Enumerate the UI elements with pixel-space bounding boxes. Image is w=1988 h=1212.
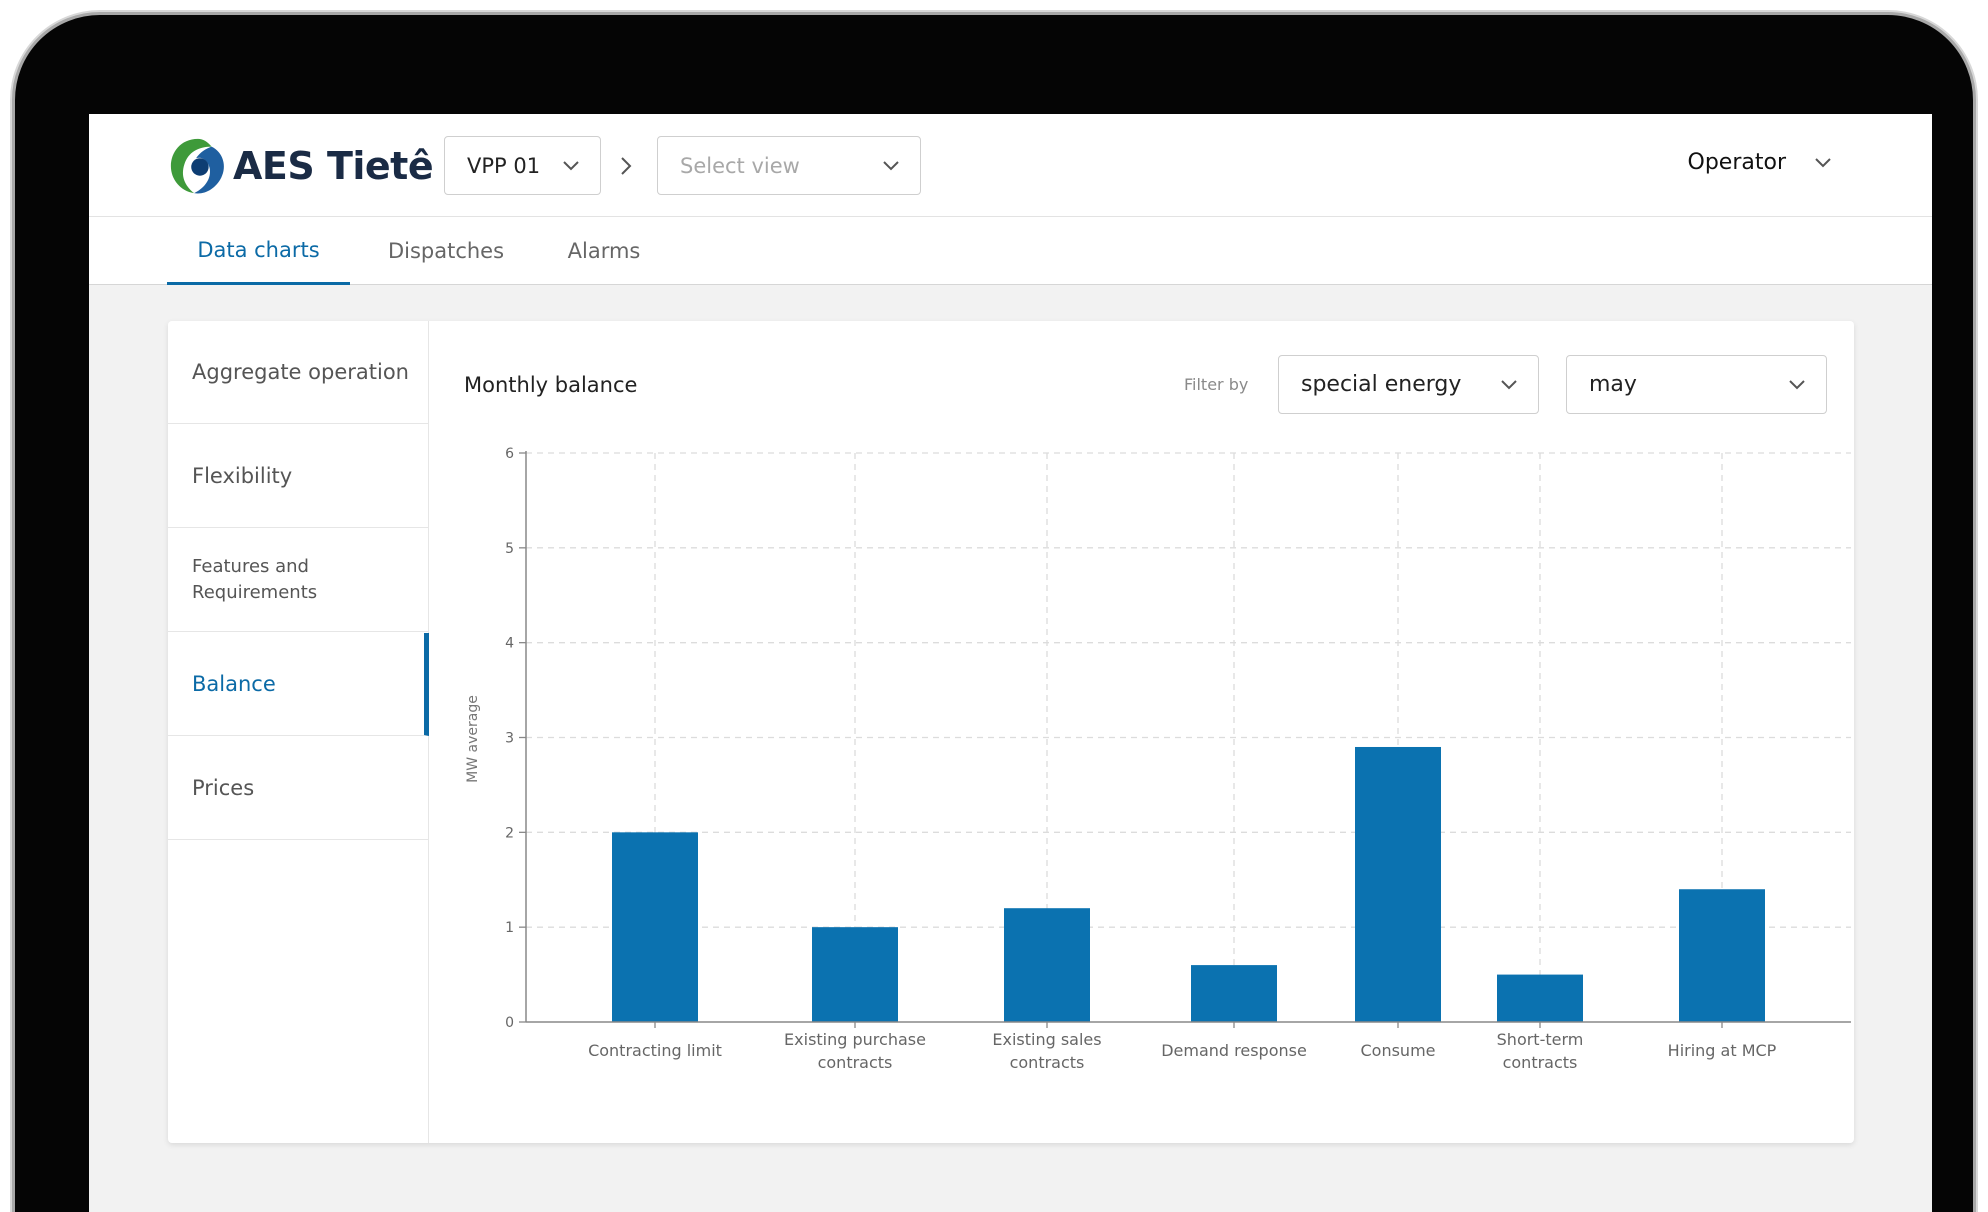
y-tick-label: 2 — [505, 825, 514, 841]
bar — [1497, 974, 1583, 1022]
y-tick-label: 0 — [505, 1015, 514, 1031]
bar — [1679, 889, 1765, 1022]
x-tick-label: Contracting limit — [588, 1041, 722, 1060]
tab-alarms[interactable]: Alarms — [549, 217, 659, 285]
chevron-right-icon — [621, 157, 632, 175]
x-tick-label: Existing sales — [992, 1030, 1101, 1049]
x-tick-label: contracts — [1503, 1053, 1578, 1072]
user-menu[interactable]: Operator — [1688, 150, 1832, 175]
tab-data-charts[interactable]: Data charts — [167, 217, 350, 285]
y-tick-label: 3 — [505, 731, 514, 747]
side-nav: Aggregate operation Flexibility Features… — [168, 321, 429, 1143]
y-tick-label: 6 — [505, 446, 514, 462]
x-tick-label: contracts — [818, 1053, 893, 1072]
view-select[interactable]: Select view — [657, 136, 921, 195]
sidebar-item-balance[interactable]: Balance — [168, 633, 429, 736]
y-tick-label: 1 — [505, 920, 514, 936]
bar — [1191, 965, 1277, 1022]
sidebar-item-features-requirements[interactable]: Features and Requirements — [168, 529, 429, 632]
balance-bar-chart: 0 1 2 3 4 5 6 Contracting limit Existing purchas… — [465, 446, 1851, 1072]
brand-name: AES Tietê — [233, 144, 434, 188]
top-bar: AES Tietê VPP 01 Select view Operator — [89, 114, 1932, 217]
bar — [1355, 746, 1441, 1022]
sidebar-item-flexibility[interactable]: Flexibility — [168, 425, 429, 528]
bar — [612, 832, 698, 1022]
chart-panel: Monthly balance Filter by special energy… — [429, 321, 1854, 1143]
y-tick-label: 4 — [505, 636, 514, 652]
y-axis-label: MW average — [465, 695, 481, 783]
chevron-down-icon — [883, 160, 899, 170]
app-screen: AES Tietê VPP 01 Select view Operator Da… — [89, 114, 1932, 1212]
content-card: Aggregate operation Flexibility Features… — [168, 321, 1854, 1143]
x-tick-label: contracts — [1010, 1053, 1085, 1072]
x-tick-label: Hiring at MCP — [1668, 1041, 1777, 1060]
main-tabs: Data charts Dispatches Alarms — [89, 217, 1932, 285]
chevron-down-icon — [1815, 157, 1831, 167]
x-tick-label: Existing purchase — [784, 1030, 926, 1049]
brand-logo[interactable]: AES Tietê — [167, 134, 434, 198]
user-menu-label: Operator — [1687, 150, 1786, 175]
tab-dispatches[interactable]: Dispatches — [364, 217, 528, 285]
laptop-frame: AES Tietê VPP 01 Select view Operator Da… — [12, 12, 1976, 1212]
chevron-down-icon — [563, 160, 579, 170]
x-tick-label: Short-term — [1497, 1030, 1584, 1049]
x-tick-label: Consume — [1360, 1041, 1435, 1060]
y-tick-label: 5 — [505, 541, 514, 557]
x-tick-label: Demand response — [1161, 1041, 1307, 1060]
bar — [812, 927, 898, 1022]
view-select-placeholder: Select view — [680, 153, 800, 178]
vpp-select[interactable]: VPP 01 — [444, 136, 601, 195]
sidebar-item-aggregate-operation[interactable]: Aggregate operation — [168, 321, 429, 424]
vpp-select-value: VPP 01 — [467, 153, 541, 178]
bar — [1004, 908, 1090, 1022]
sidebar-item-prices[interactable]: Prices — [168, 737, 429, 840]
aes-logo-icon — [170, 138, 224, 194]
